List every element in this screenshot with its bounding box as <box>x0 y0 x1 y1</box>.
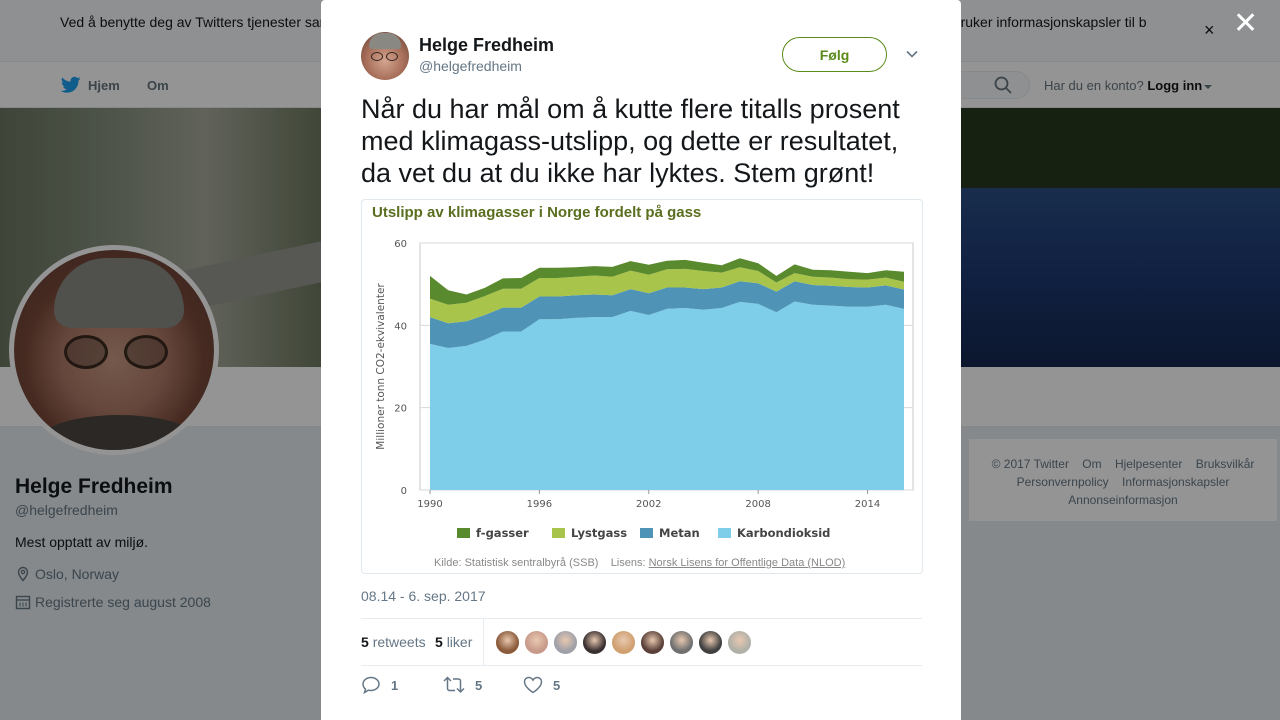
y-tick-label: 60 <box>394 239 407 250</box>
retweets-count: 5 <box>361 634 369 650</box>
stats-divider <box>483 619 484 665</box>
retweet-action[interactable]: 5 <box>443 676 482 694</box>
tweet-author-handle[interactable]: @helgefredheim <box>419 58 522 74</box>
legend-label: f-gasser <box>476 526 529 540</box>
retweets-stat[interactable]: 5 retweets <box>361 634 426 650</box>
liker-avatar[interactable] <box>727 630 752 655</box>
likes-count: 5 <box>435 634 443 650</box>
heart-icon[interactable] <box>523 676 543 694</box>
liker-avatar[interactable] <box>669 630 694 655</box>
avatar-cap <box>369 33 401 49</box>
legend-swatch <box>640 528 653 538</box>
tweet-stats: 5 retweets 5 liker <box>361 618 922 666</box>
legend-label: Metan <box>659 526 700 540</box>
tweet-text: Når du har mål om å kutte flere titalls … <box>361 94 900 188</box>
liker-avatar[interactable] <box>698 630 723 655</box>
close-icon[interactable]: ✕ <box>1233 8 1258 40</box>
x-tick-label: 1990 <box>417 499 442 510</box>
legend-swatch <box>552 528 565 538</box>
legend-label: Karbondioksid <box>737 526 830 540</box>
legend-swatch <box>457 528 470 538</box>
liker-avatar[interactable] <box>611 630 636 655</box>
y-tick-label: 0 <box>401 486 407 497</box>
like-action[interactable]: 5 <box>523 676 560 694</box>
likes-stat[interactable]: 5 liker <box>435 634 472 650</box>
liker-avatar[interactable] <box>495 630 520 655</box>
retweet-count: 5 <box>475 678 483 693</box>
reply-count: 1 <box>391 678 399 693</box>
legend-swatch <box>718 528 731 538</box>
x-tick-label: 1996 <box>527 499 552 510</box>
tweet-timestamp[interactable]: 08.14 - 6. sep. 2017 <box>361 588 486 604</box>
tweet-modal: Helge Fredheim @helgefredheim Følg Når d… <box>321 0 961 720</box>
retweets-label: retweets <box>372 634 426 650</box>
reply-action[interactable]: 1 <box>361 676 399 695</box>
like-count: 5 <box>553 678 561 693</box>
tweet-actions: 1 5 5 <box>361 676 922 700</box>
emissions-area-chart: 0 20 40 60 1990 1996 2002 2008 2014 Millioner ton… <box>375 239 914 540</box>
tweet-author-name[interactable]: Helge Fredheim <box>419 35 554 56</box>
y-axis-label: Millioner tonn CO2-ekvivalenter <box>375 283 387 450</box>
y-tick-label: 40 <box>394 321 407 332</box>
legend-label: Lystgass <box>571 526 627 540</box>
tweet-media-chart[interactable]: Utslipp av klimagasser i Norge fordelt p… <box>361 199 923 574</box>
chart-source-label: Kilde: Statistisk sentralbyrå (SSB) <box>434 557 599 569</box>
retweet-icon[interactable] <box>443 676 465 694</box>
liker-avatar[interactable] <box>553 630 578 655</box>
x-tick-label: 2002 <box>636 499 661 510</box>
chevron-down-icon[interactable] <box>904 46 920 62</box>
likes-label: liker <box>446 634 473 650</box>
x-tick-label: 2008 <box>745 499 770 510</box>
liker-avatar[interactable] <box>524 630 549 655</box>
follow-button[interactable]: Følg <box>782 37 887 72</box>
liker-avatar[interactable] <box>640 630 665 655</box>
liker-avatar[interactable] <box>582 630 607 655</box>
reply-icon[interactable] <box>361 676 381 695</box>
chart-source: Kilde: Statistisk sentralbyrå (SSB) Lise… <box>434 557 845 569</box>
chart-license-link[interactable]: Norsk Lisens for Offentlige Data (NLOD) <box>649 557 846 569</box>
x-tick-label: 2014 <box>855 499 880 510</box>
tweet-author-avatar[interactable] <box>361 32 409 80</box>
chart-license-label: Lisens: <box>610 557 646 569</box>
y-tick-label: 20 <box>394 404 407 415</box>
avatar-glasses <box>371 52 399 61</box>
